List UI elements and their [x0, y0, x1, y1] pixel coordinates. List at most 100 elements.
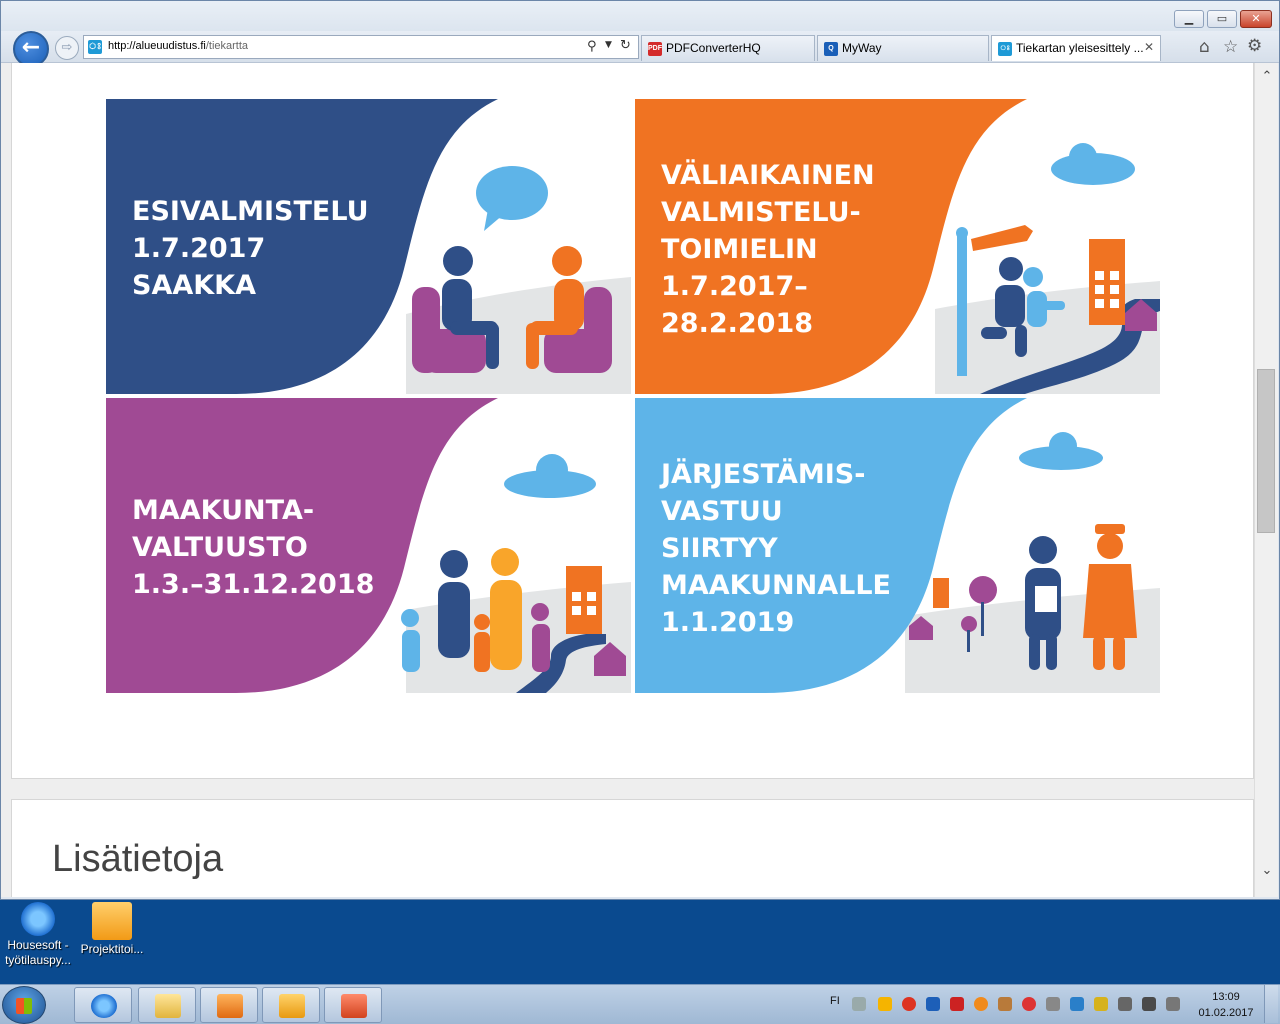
home-icon[interactable]: ⌂	[1199, 37, 1210, 57]
tab-label: PDFConverterHQ	[666, 41, 761, 55]
scroll-up-icon[interactable]: ⌃	[1255, 69, 1279, 89]
bluetooth-icon[interactable]	[926, 997, 940, 1011]
clock-date: 01.02.2017	[1198, 1007, 1254, 1019]
panel-line: VALMISTELU-	[661, 197, 861, 228]
panel-line: VÄLIAIKAINEN	[661, 160, 875, 191]
roadmap-panel-esivalmistelu: ESIVALMISTELU 1.7.2017 SAAKKA	[106, 99, 631, 394]
forward-button[interactable]: ⇨	[55, 36, 79, 60]
scrollbar-thumb[interactable]	[1257, 369, 1275, 533]
display-icon[interactable]	[1070, 997, 1084, 1011]
desktop-icon-label: Projektitoi...	[80, 942, 144, 956]
tray-app-icon[interactable]	[998, 997, 1012, 1011]
tab-label: Tiekartan yleisesittely ...	[1016, 41, 1144, 55]
scroll-down-icon[interactable]: ⌄	[1255, 863, 1279, 883]
media-player-icon	[217, 994, 243, 1018]
roadmap-panel-maakuntavaltuusto: MAAKUNTA- VALTUUSTO 1.3.–31.12.2018	[106, 398, 631, 693]
panel-text: VÄLIAIKAINEN VALMISTELU- TOIMIELIN 1.7.2…	[661, 157, 875, 342]
search-icon: Q	[824, 42, 838, 56]
taskbar: FI 13:09 01.02.2017	[0, 984, 1280, 1024]
language-indicator[interactable]: FI	[830, 995, 840, 1007]
refresh-icon[interactable]: ↻	[620, 38, 631, 53]
taskbar-media-player[interactable]	[200, 987, 258, 1023]
vertical-scrollbar[interactable]: ⌃ ⌄	[1254, 63, 1278, 897]
page-viewport: ESIVALMISTELU 1.7.2017 SAAKKA VÄLIAIKAIN…	[1, 63, 1254, 897]
action-center-icon[interactable]	[1118, 997, 1132, 1011]
section-heading: Lisätietoja	[52, 838, 224, 880]
desktop-icon-housesoft[interactable]: Housesoft - työtilauspy...	[0, 900, 76, 968]
panel-line: MAAKUNNALLE	[661, 570, 891, 601]
clock-time: 13:09	[1212, 991, 1240, 1003]
arrow-right-icon: ⇨	[61, 40, 73, 55]
url-host: http://alueuudistus.fi	[108, 40, 206, 52]
taskbar-powerpoint[interactable]	[324, 987, 382, 1023]
url-path: /tiekartta	[205, 40, 249, 52]
close-tab-icon[interactable]: ✕	[1144, 40, 1154, 54]
panel-text: ESIVALMISTELU 1.7.2017 SAAKKA	[132, 193, 369, 304]
info-card: Lisätietoja	[11, 799, 1254, 897]
maximize-button[interactable]: ▭	[1207, 10, 1237, 28]
panel-line: TOIMIELIN	[661, 234, 818, 265]
panel-line: SIIRTYY	[661, 533, 778, 564]
panel-line: ESIVALMISTELU	[132, 196, 369, 227]
keyboard-icon[interactable]	[852, 997, 866, 1011]
folder-icon	[155, 994, 181, 1018]
address-bar[interactable]: ঃ http://alueuudistus.fi/tiekartta ⚲ ▼ ↻	[83, 35, 639, 59]
desktop-icon-label: työtilauspy...	[5, 953, 71, 967]
panel-text: JÄRJESTÄMIS- VASTUU SIIRTYY MAAKUNNALLE …	[661, 456, 891, 641]
error-icon[interactable]	[902, 997, 916, 1011]
gear-icon[interactable]: ⚙	[1247, 36, 1262, 56]
panel-line: 1.7.2017–	[661, 271, 808, 302]
network-adapter-icon[interactable]	[1046, 997, 1060, 1011]
outlook-tray-icon[interactable]	[878, 997, 892, 1011]
powerpoint-icon	[341, 994, 367, 1018]
pdf-icon: PDF	[648, 42, 662, 56]
roadmap-card: ESIVALMISTELU 1.7.2017 SAAKKA VÄLIAIKAIN…	[11, 63, 1254, 779]
desktop-icon-projektitoi[interactable]: Projektitoi...	[74, 900, 150, 957]
title-bar: ▁ ▭ ✕	[1, 1, 1279, 31]
outlook-icon	[279, 994, 305, 1018]
panel-text: MAAKUNTA- VALTUUSTO 1.3.–31.12.2018	[132, 492, 374, 603]
site-favicon-icon: ঃ	[88, 40, 102, 54]
project-app-icon	[92, 902, 132, 940]
roadmap-panel-jarjestamisvastuu: JÄRJESTÄMIS- VASTUU SIIRTYY MAAKUNNALLE …	[635, 398, 1160, 693]
chevron-down-icon[interactable]: ▼	[605, 40, 612, 50]
volume-icon[interactable]	[1166, 997, 1180, 1011]
navigation-bar: ← ⇨ ঃ http://alueuudistus.fi/tiekartta ⚲…	[1, 31, 1279, 67]
update-icon[interactable]	[974, 997, 988, 1011]
internet-explorer-icon	[91, 994, 117, 1018]
desktop-icon-label: Housesoft -	[7, 938, 69, 952]
address-url[interactable]: http://alueuudistus.fi/tiekartta	[108, 40, 248, 52]
panel-line: 1.7.2017	[132, 233, 266, 264]
back-button[interactable]: ←	[13, 31, 49, 67]
adobe-icon[interactable]	[950, 997, 964, 1011]
start-button[interactable]	[2, 986, 46, 1024]
taskbar-outlook[interactable]	[262, 987, 320, 1023]
panel-line: JÄRJESTÄMIS-	[661, 459, 866, 490]
panel-line: 1.1.2019	[661, 607, 795, 638]
taskbar-file-explorer[interactable]	[138, 987, 196, 1023]
antivirus-icon[interactable]	[1022, 997, 1036, 1011]
panel-line: VASTUU	[661, 496, 783, 527]
close-window-button[interactable]: ✕	[1240, 10, 1272, 28]
tab-label: MyWay	[842, 41, 882, 55]
search-icon[interactable]: ⚲	[587, 39, 597, 54]
panel-line: 28.2.2018	[661, 308, 814, 339]
favorites-star-icon[interactable]: ☆	[1223, 37, 1238, 57]
clock[interactable]: 13:09 01.02.2017	[1196, 989, 1256, 1021]
tab-tiekartta[interactable]: ঃ Tiekartan yleisesittely ... ✕	[991, 35, 1161, 61]
panel-line: MAAKUNTA-	[132, 495, 315, 526]
network-signal-icon[interactable]	[1142, 997, 1156, 1011]
internet-explorer-icon	[21, 902, 55, 936]
show-desktop-button[interactable]	[1264, 985, 1278, 1023]
shield-icon[interactable]	[1094, 997, 1108, 1011]
roadmap-panel-valiaikainen-toimielin: VÄLIAIKAINEN VALMISTELU- TOIMIELIN 1.7.2…	[635, 99, 1160, 394]
tab-pdfconverterhq[interactable]: PDF PDFConverterHQ	[641, 35, 815, 61]
minimize-button[interactable]: ▁	[1174, 10, 1204, 28]
taskbar-internet-explorer[interactable]	[74, 987, 132, 1023]
tab-myway[interactable]: Q MyWay	[817, 35, 989, 61]
arrow-left-icon: ←	[21, 35, 41, 60]
panel-line: SAAKKA	[132, 270, 256, 301]
panel-line: 1.3.–31.12.2018	[132, 569, 375, 600]
panel-line: VALTUUSTO	[132, 532, 308, 563]
site-icon: ঃ	[998, 42, 1012, 56]
